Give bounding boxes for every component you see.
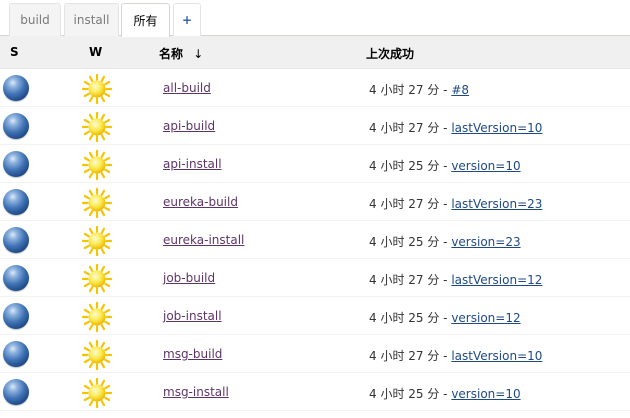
- last-success-duration: 4 小时 25 分 -: [369, 311, 452, 325]
- column-weather[interactable]: W: [89, 45, 102, 59]
- job-row: eureka-build 4 小时 27 分 - lastVersion=23: [0, 183, 630, 221]
- job-name-link[interactable]: msg-install: [163, 385, 229, 399]
- sunny-icon[interactable]: [81, 225, 113, 257]
- last-success-duration: 4 小时 27 分 -: [369, 83, 452, 97]
- job-name-link[interactable]: api-build: [163, 119, 215, 133]
- column-status[interactable]: S: [10, 45, 19, 59]
- blue-ball-icon[interactable]: [3, 151, 29, 177]
- last-success-cell: 4 小时 27 分 - #8: [369, 81, 469, 98]
- build-link[interactable]: version=12: [451, 311, 520, 325]
- last-success-duration: 4 小时 27 分 -: [369, 121, 452, 135]
- column-last-success[interactable]: 上次成功: [366, 45, 414, 62]
- table-header: S W 名称 ↓ 上次成功: [0, 36, 630, 69]
- last-success-cell: 4 小时 27 分 - lastVersion=10: [369, 119, 542, 136]
- job-name-link[interactable]: job-build: [163, 271, 215, 285]
- sunny-icon[interactable]: [81, 73, 113, 105]
- blue-ball-icon[interactable]: [3, 189, 29, 215]
- tab-build[interactable]: build: [9, 3, 61, 36]
- last-success-cell: 4 小时 25 分 - version=10: [369, 385, 521, 402]
- last-success-duration: 4 小时 25 分 -: [369, 387, 452, 401]
- build-link[interactable]: lastVersion=23: [451, 197, 542, 211]
- last-success-duration: 4 小时 27 分 -: [369, 273, 452, 287]
- job-name-link[interactable]: job-install: [163, 309, 222, 323]
- last-success-cell: 4 小时 25 分 - version=12: [369, 309, 521, 326]
- blue-ball-icon[interactable]: [3, 341, 29, 367]
- job-row: msg-install 4 小时 25 分 - version=10: [0, 373, 630, 411]
- blue-ball-icon[interactable]: [3, 379, 29, 405]
- last-success-duration: 4 小时 25 分 -: [369, 159, 452, 173]
- blue-ball-icon[interactable]: [3, 303, 29, 329]
- column-name[interactable]: 名称 ↓: [159, 45, 203, 62]
- job-row: job-install 4 小时 25 分 - version=12: [0, 297, 630, 335]
- sunny-icon[interactable]: [81, 377, 113, 409]
- view-tabs: build install 所有 +: [0, 0, 630, 37]
- job-row: all-build 4 小时 27 分 - #8: [0, 69, 630, 107]
- job-name-link[interactable]: api-install: [163, 157, 222, 171]
- last-success-duration: 4 小时 27 分 -: [369, 349, 452, 363]
- sunny-icon[interactable]: [81, 187, 113, 219]
- last-success-cell: 4 小时 27 分 - lastVersion=10: [369, 347, 542, 364]
- build-link[interactable]: lastVersion=12: [451, 273, 542, 287]
- blue-ball-icon[interactable]: [3, 227, 29, 253]
- job-row: api-install 4 小时 25 分 - version=10: [0, 145, 630, 183]
- build-link[interactable]: #8: [451, 83, 469, 97]
- last-success-cell: 4 小时 27 分 - lastVersion=23: [369, 195, 542, 212]
- add-view-tab[interactable]: +: [173, 3, 201, 36]
- job-row: msg-build 4 小时 27 分 - lastVersion=10: [0, 335, 630, 373]
- job-name-link[interactable]: msg-build: [163, 347, 222, 361]
- last-success-cell: 4 小时 25 分 - version=23: [369, 233, 521, 250]
- job-name-link[interactable]: eureka-install: [163, 233, 244, 247]
- sunny-icon[interactable]: [81, 301, 113, 333]
- build-link[interactable]: lastVersion=10: [451, 349, 542, 363]
- build-link[interactable]: version=23: [451, 235, 520, 249]
- last-success-duration: 4 小时 27 分 -: [369, 197, 452, 211]
- build-link[interactable]: version=10: [451, 159, 520, 173]
- last-success-cell: 4 小时 27 分 - lastVersion=12: [369, 271, 542, 288]
- last-success-cell: 4 小时 25 分 - version=10: [369, 157, 521, 174]
- sunny-icon[interactable]: [81, 111, 113, 143]
- sunny-icon[interactable]: [81, 149, 113, 181]
- sunny-icon[interactable]: [81, 263, 113, 295]
- blue-ball-icon[interactable]: [3, 75, 29, 101]
- build-link[interactable]: version=10: [451, 387, 520, 401]
- column-name-label: 名称: [159, 47, 184, 61]
- build-link[interactable]: lastVersion=10: [451, 121, 542, 135]
- tab-install[interactable]: install: [64, 3, 119, 36]
- sort-arrow-icon: ↓: [193, 47, 204, 61]
- job-name-link[interactable]: all-build: [163, 81, 211, 95]
- job-row: eureka-install 4 小时 25 分 - version=23: [0, 221, 630, 259]
- job-name-link[interactable]: eureka-build: [163, 195, 238, 209]
- last-success-duration: 4 小时 25 分 -: [369, 235, 452, 249]
- job-row: job-build 4 小时 27 分 - lastVersion=12: [0, 259, 630, 297]
- blue-ball-icon[interactable]: [3, 265, 29, 291]
- tab-all[interactable]: 所有: [121, 3, 170, 37]
- job-row: api-build 4 小时 27 分 - lastVersion=10: [0, 107, 630, 145]
- blue-ball-icon[interactable]: [3, 113, 29, 139]
- sunny-icon[interactable]: [81, 339, 113, 371]
